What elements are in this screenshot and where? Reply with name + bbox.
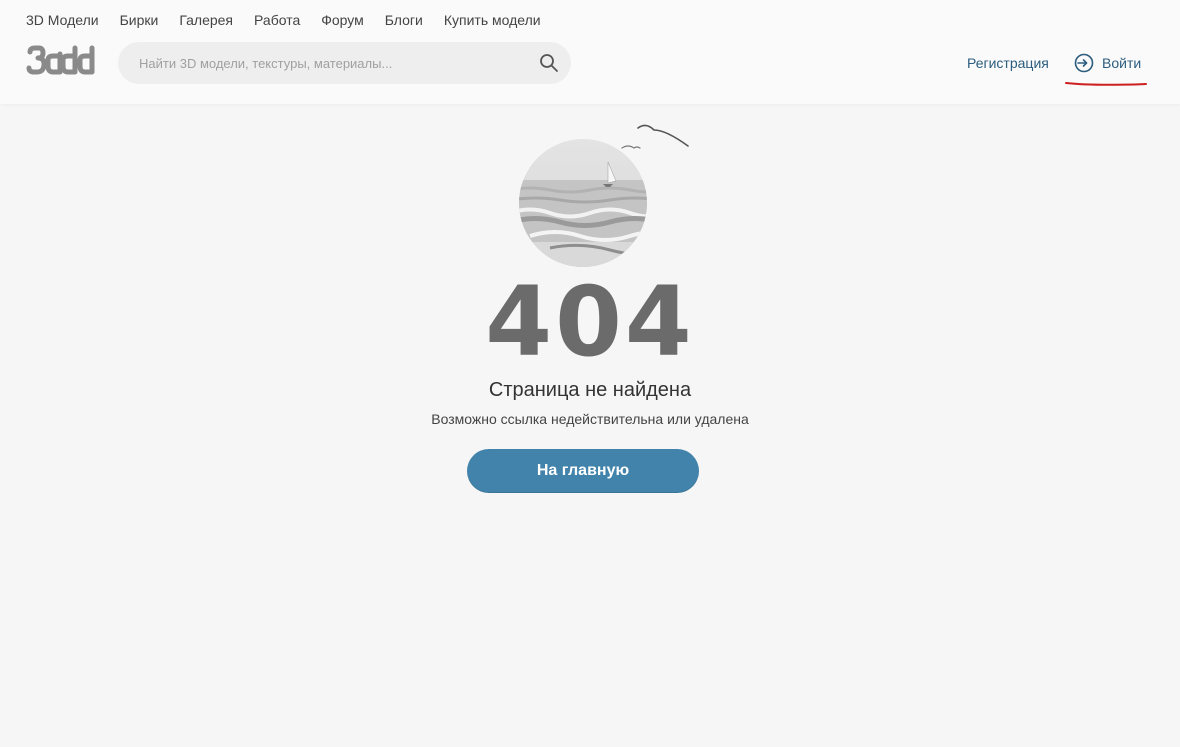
login-button[interactable]: Войти bbox=[1074, 51, 1141, 75]
nav-item-3d-models[interactable]: 3D Модели bbox=[26, 11, 99, 29]
search-input[interactable] bbox=[118, 42, 528, 84]
nav-item-tags[interactable]: Бирки bbox=[120, 11, 159, 29]
nav-item-buy-models[interactable]: Купить модели bbox=[444, 11, 541, 29]
error-code: 404 bbox=[485, 266, 695, 378]
register-link[interactable]: Регистрация bbox=[967, 54, 1049, 72]
error-title: Страница не найдена bbox=[488, 379, 692, 401]
sea-illustration-icon bbox=[519, 124, 689, 267]
home-button[interactable]: На главную bbox=[467, 449, 699, 493]
top-navigation: 3D Модели Бирки Галерея Работа Форум Бло… bbox=[26, 11, 541, 29]
sign-in-icon bbox=[1074, 53, 1094, 73]
nav-item-jobs[interactable]: Работа bbox=[254, 11, 300, 29]
nav-item-blogs[interactable]: Блоги bbox=[385, 11, 423, 29]
search-icon[interactable] bbox=[539, 53, 559, 73]
red-underline-annotation bbox=[1065, 82, 1147, 86]
nav-item-forum[interactable]: Форум bbox=[321, 11, 364, 29]
nav-item-gallery[interactable]: Галерея bbox=[179, 11, 233, 29]
error-subtitle: Возможно ссылка недействительна или удал… bbox=[431, 411, 749, 427]
site-header: 3D Модели Бирки Галерея Работа Форум Бло… bbox=[0, 0, 1180, 104]
3ddd-logo-icon[interactable] bbox=[26, 44, 98, 78]
login-label: Войти bbox=[1102, 55, 1142, 71]
search-bar bbox=[118, 42, 571, 84]
